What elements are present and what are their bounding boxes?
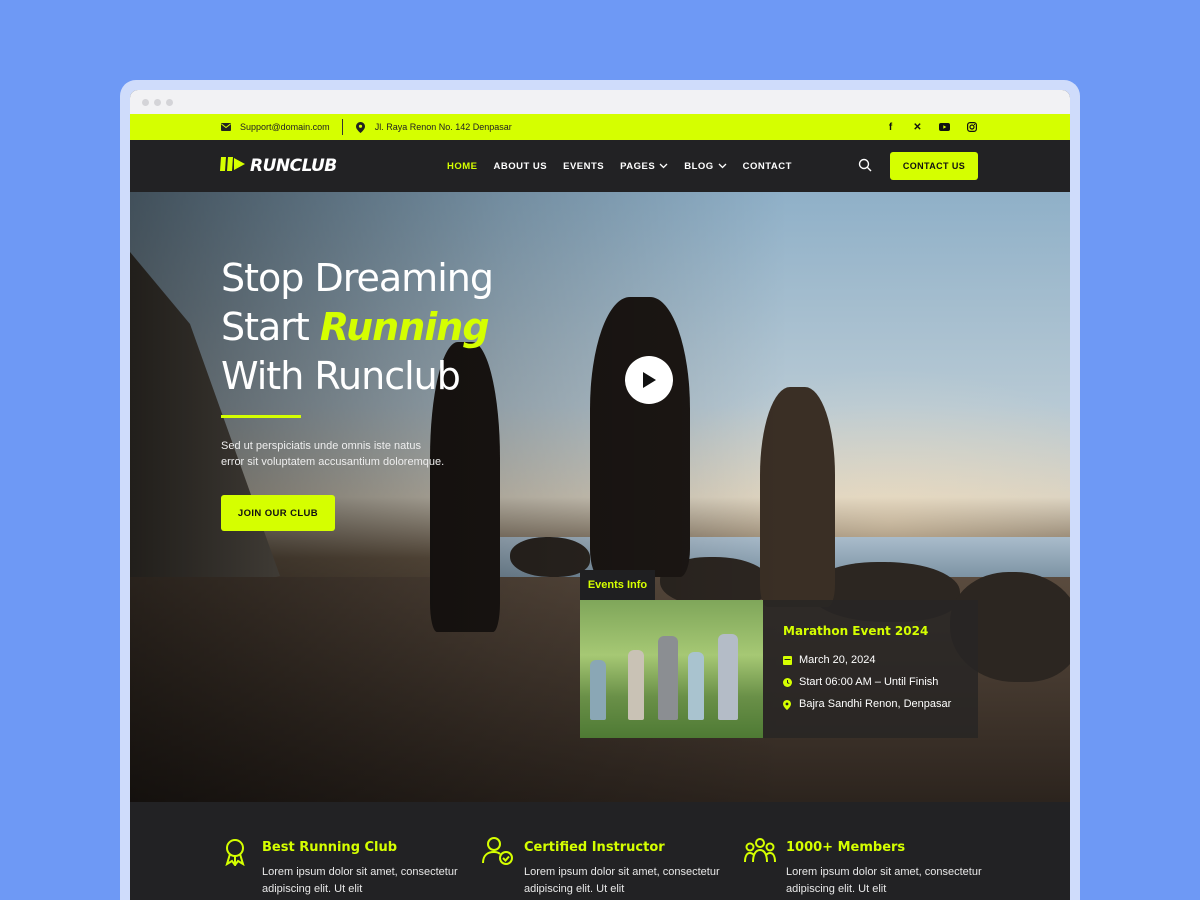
feature-description: Lorem ipsum dolor sit amet, consectetur … xyxy=(786,866,982,895)
event-title[interactable]: Marathon Event 2024 xyxy=(783,624,978,638)
clock-icon xyxy=(783,677,792,687)
nav-label: CONTACT xyxy=(742,160,792,172)
location-pin-icon xyxy=(355,121,367,133)
divider xyxy=(341,119,343,135)
play-icon xyxy=(643,372,656,388)
nav-menu: HOME ABOUT US EVENTS PAGES BLOG CONTACT xyxy=(447,161,792,172)
feature-description: Lorem ipsum dolor sit amet, consectetur … xyxy=(524,866,720,895)
person-figure xyxy=(658,636,678,720)
address-text: Jl. Raya Renon No. 142 Denpasar xyxy=(374,122,512,132)
event-date-row: March 20, 2024 xyxy=(783,654,978,666)
nav-label: BLOG xyxy=(684,160,714,172)
window-dot[interactable] xyxy=(166,98,173,106)
youtube-icon[interactable] xyxy=(938,121,951,134)
social-links: f ✕ xyxy=(884,121,978,134)
window-dot[interactable] xyxy=(142,98,149,106)
user-check-icon xyxy=(482,836,514,871)
nav-item-events[interactable]: EVENTS xyxy=(563,161,604,172)
hero-description: Sed ut perspiciatis unde omnis iste natu… xyxy=(221,440,445,468)
feature-title: Certified Instructor xyxy=(524,840,665,855)
logo-text: RUNCLUB xyxy=(250,156,337,176)
events-info-tag: Events Info xyxy=(580,570,655,600)
mail-icon xyxy=(220,121,232,133)
feature-description: Lorem ipsum dolor sit amet, consectetur … xyxy=(262,866,458,895)
hero-section: Stop Dreaming Start Running With Runclub… xyxy=(130,192,1070,802)
nav-item-about-us[interactable]: ABOUT US xyxy=(494,161,548,172)
hero-underline xyxy=(221,415,301,418)
event-time: Start 06:00 AM – Until Finish xyxy=(799,676,939,688)
event-date: March 20, 2024 xyxy=(799,654,876,666)
location-pin-icon xyxy=(783,699,792,710)
nav-item-home[interactable]: HOME xyxy=(447,161,478,172)
person-figure xyxy=(718,634,738,720)
event-time-row: Start 06:00 AM – Until Finish xyxy=(783,676,978,688)
search-icon[interactable] xyxy=(858,158,872,177)
window-dot[interactable] xyxy=(154,98,161,106)
facebook-icon[interactable]: f xyxy=(884,121,897,134)
calendar-icon xyxy=(783,655,792,665)
join-our-club-button[interactable]: JOIN OUR CLUB xyxy=(221,495,335,531)
person-figure xyxy=(688,652,704,720)
feature-title: Best Running Club xyxy=(262,840,398,855)
browser-chrome xyxy=(130,90,1070,114)
hero-content: Stop Dreaming Start Running With Runclub… xyxy=(221,254,521,531)
main-nav: RUNCLUB HOME ABOUT US EVENTS PAGES BLOG … xyxy=(130,140,1070,192)
features-section: Best Running Club Lorem ipsum dolor sit … xyxy=(130,802,1070,900)
nav-label: HOME xyxy=(447,160,478,172)
runclub-logo-icon xyxy=(220,155,246,178)
award-ribbon-icon xyxy=(220,836,250,871)
hero-title-highlight: Running xyxy=(319,305,490,349)
browser-window: Support@domain.com Jl. Raya Renon No. 14… xyxy=(130,90,1070,900)
event-location-row: Bajra Sandhi Renon, Denpasar xyxy=(783,698,978,710)
nav-item-contact[interactable]: CONTACT xyxy=(743,161,792,172)
instagram-icon[interactable] xyxy=(965,121,978,134)
x-icon[interactable]: ✕ xyxy=(911,121,924,134)
event-info: Marathon Event 2024 March 20, 2024 Start… xyxy=(763,600,978,738)
chevron-down-icon xyxy=(659,163,668,169)
nav-label: PAGES xyxy=(620,160,656,172)
event-image xyxy=(580,600,763,738)
nav-item-blog[interactable]: BLOG xyxy=(684,160,727,172)
hero-title-line: Start xyxy=(221,305,320,349)
hero-title-line: Stop Dreaming xyxy=(221,256,494,300)
hero-title: Stop Dreaming Start Running With Runclub xyxy=(221,254,521,401)
nav-item-pages[interactable]: PAGES xyxy=(620,161,668,172)
person-figure xyxy=(590,660,606,720)
contact-us-button[interactable]: CONTACT US xyxy=(890,152,978,180)
hero-title-line: With Runclub xyxy=(221,354,461,398)
top-bar: Support@domain.com Jl. Raya Renon No. 14… xyxy=(130,114,1070,140)
chevron-down-icon xyxy=(718,163,727,169)
group-users-icon xyxy=(744,836,776,869)
nav-label: ABOUT US xyxy=(493,160,548,172)
nav-label: EVENTS xyxy=(563,160,605,172)
person-figure xyxy=(628,650,644,720)
play-video-button[interactable] xyxy=(625,356,673,404)
email-link[interactable]: Support@domain.com xyxy=(240,122,330,132)
event-location: Bajra Sandhi Renon, Denpasar xyxy=(799,698,952,710)
feature-title: 1000+ Members xyxy=(786,840,906,855)
event-card[interactable]: Marathon Event 2024 March 20, 2024 Start… xyxy=(580,600,978,738)
logo[interactable]: RUNCLUB xyxy=(220,155,337,178)
